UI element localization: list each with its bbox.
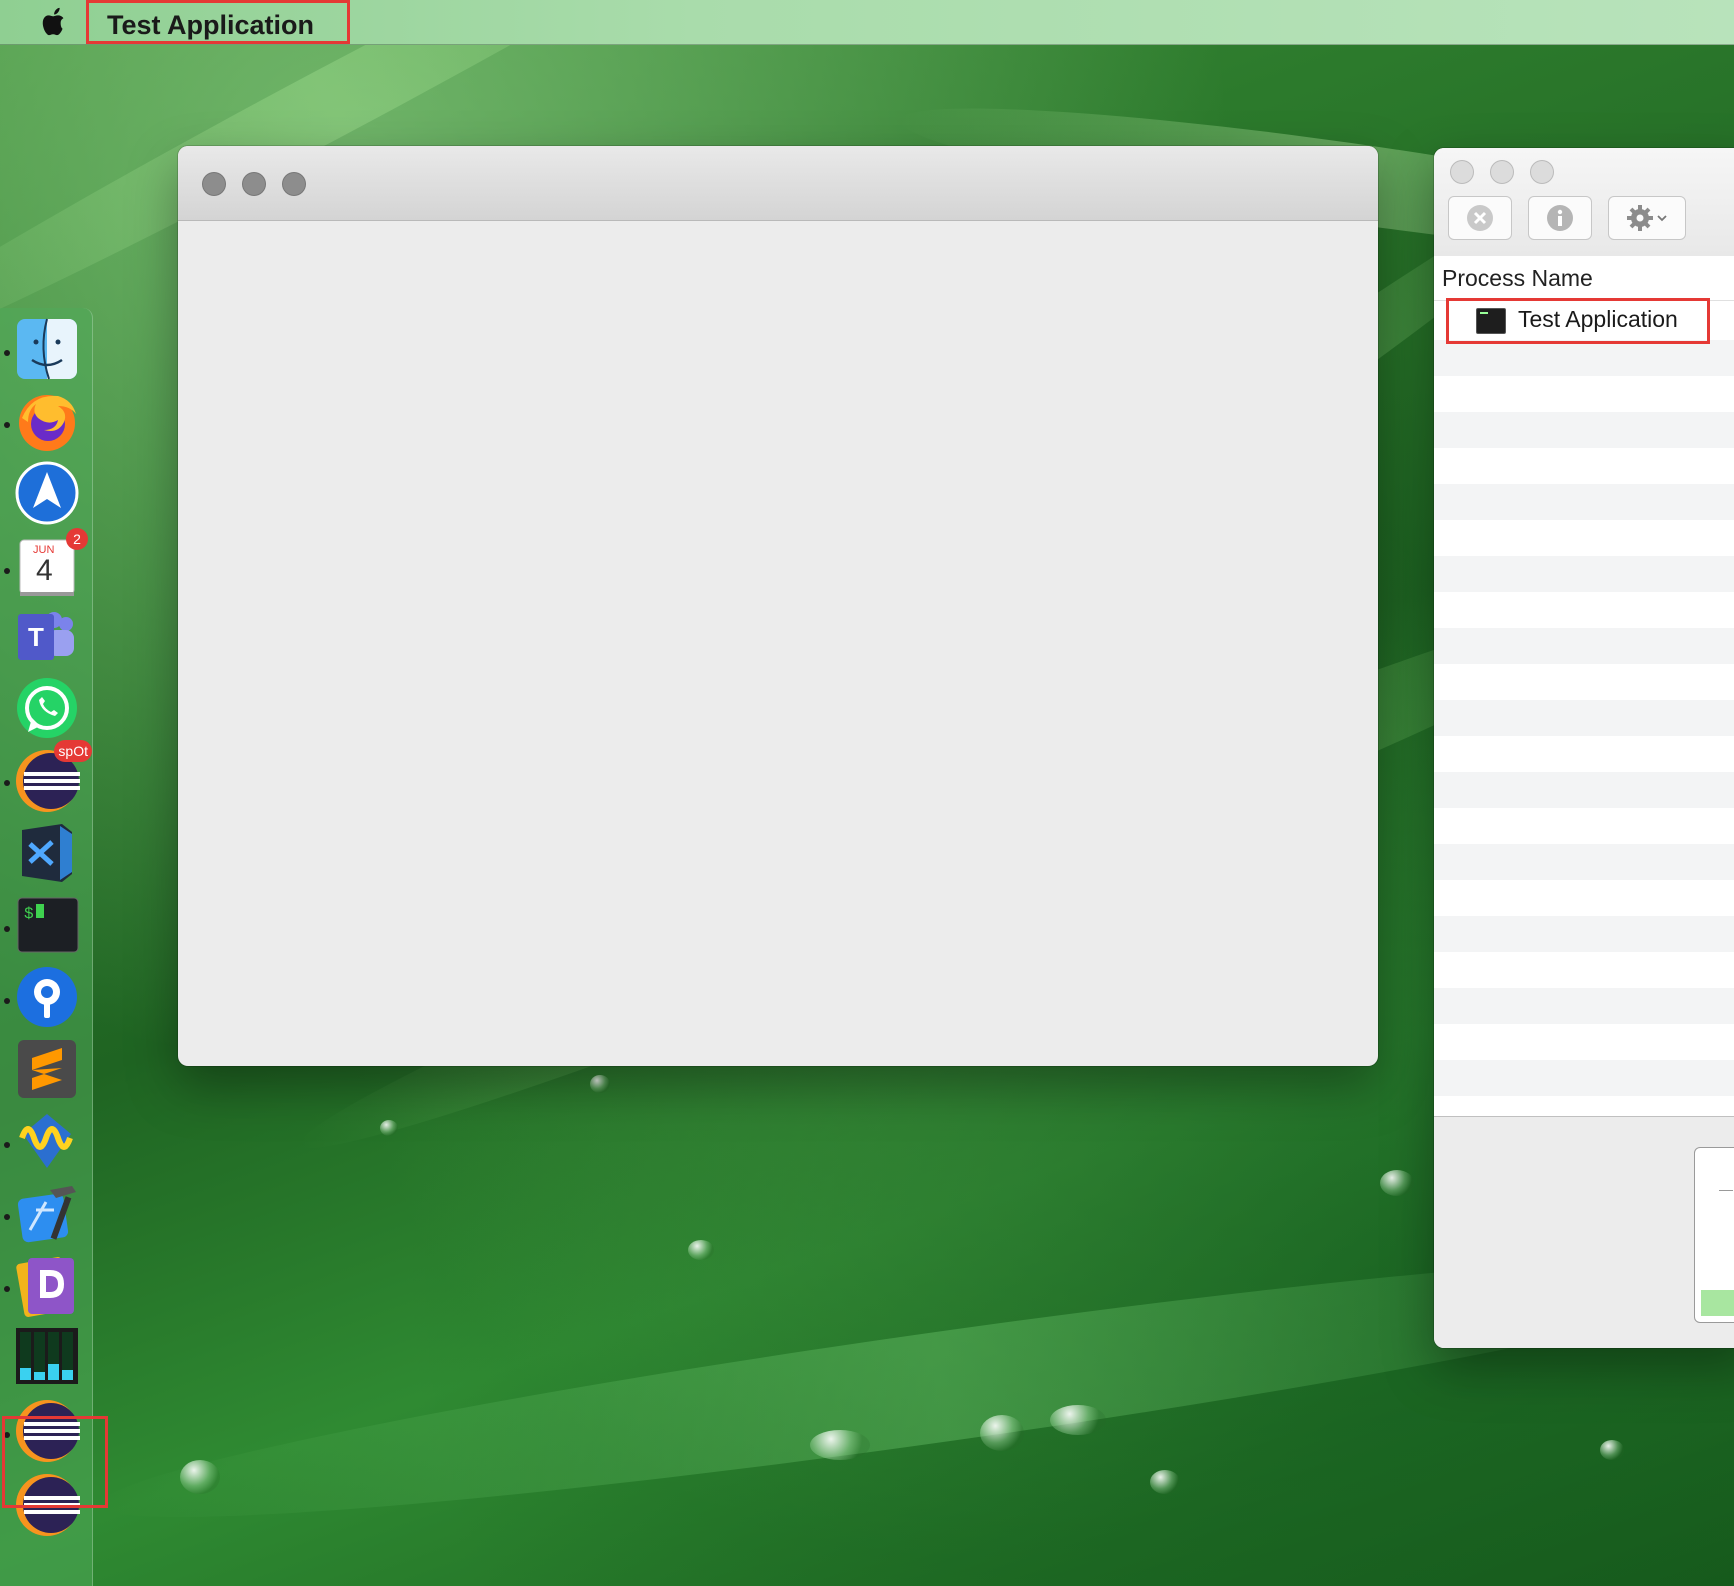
terminal-icon[interactable]: $ [14, 892, 84, 962]
calendar-icon[interactable]: JUN 4 2 [14, 528, 88, 602]
vscode-icon[interactable] [14, 820, 84, 890]
table-row[interactable] [1434, 952, 1734, 988]
process-name: Test Application [1518, 306, 1678, 332]
menu-bar: Test Application [0, 0, 1734, 45]
wireshark-icon[interactable] [14, 1108, 84, 1178]
running-indicator [4, 568, 10, 574]
svg-text:$: $ [24, 905, 34, 923]
table-row[interactable] [1434, 844, 1734, 880]
dock: JUN 4 2 T spOt $ [0, 308, 93, 1586]
graph-bar [1701, 1290, 1734, 1316]
chevron-down-icon [1657, 215, 1667, 222]
table-row[interactable] [1434, 340, 1734, 376]
process-list: Test Application [1434, 298, 1734, 1096]
table-row[interactable] [1434, 772, 1734, 808]
activity-monitor-toolbar [1434, 148, 1734, 257]
gear-icon [1627, 205, 1653, 231]
table-row[interactable] [1434, 592, 1734, 628]
running-indicator [4, 1214, 10, 1220]
test-application-window [178, 146, 1378, 1066]
info-icon [1547, 205, 1573, 231]
app-menu-title[interactable]: Test Application [86, 0, 350, 44]
table-row[interactable] [1434, 448, 1734, 484]
table-row[interactable] [1434, 1024, 1734, 1060]
dash-icon[interactable] [14, 1252, 84, 1322]
table-row[interactable] [1434, 520, 1734, 556]
stop-process-button[interactable] [1448, 196, 1512, 240]
table-row[interactable] [1434, 412, 1734, 448]
apple-logo-icon[interactable] [40, 6, 70, 38]
zoom-button[interactable] [1530, 160, 1554, 184]
minimize-button[interactable] [242, 172, 266, 196]
activity-monitor-window: Process Name Test Application [1434, 148, 1734, 1348]
inspect-process-button[interactable] [1528, 196, 1592, 240]
finder-icon[interactable] [14, 316, 84, 386]
cpu-load-graph [1694, 1147, 1734, 1323]
activity-monitor-icon[interactable] [14, 1324, 84, 1394]
whatsapp-icon[interactable] [14, 676, 84, 746]
window-titlebar[interactable] [178, 146, 1378, 221]
table-row[interactable] [1434, 808, 1734, 844]
graph-tick [1719, 1190, 1733, 1191]
running-indicator [4, 780, 10, 786]
activity-monitor-summary-panel [1434, 1116, 1734, 1348]
running-indicator [4, 998, 10, 1004]
window-content [178, 221, 1378, 1066]
table-row[interactable] [1434, 916, 1734, 952]
table-row[interactable] [1434, 988, 1734, 1024]
eclipse-spot-icon[interactable]: spOt [14, 740, 92, 818]
notification-badge: spOt [54, 740, 92, 762]
table-row[interactable] [1434, 1060, 1734, 1096]
running-indicator [4, 422, 10, 428]
column-header-process-name[interactable]: Process Name [1434, 256, 1734, 301]
spark-mail-icon[interactable] [14, 460, 84, 530]
notification-badge: 2 [66, 528, 88, 550]
dock-item-highlight [2, 1416, 108, 1508]
svg-text:T: T [28, 622, 44, 652]
close-button[interactable] [1450, 160, 1474, 184]
sourcetree-icon[interactable] [14, 964, 84, 1034]
close-button[interactable] [202, 172, 226, 196]
sublime-text-icon[interactable] [14, 1036, 84, 1106]
table-row[interactable] [1434, 484, 1734, 520]
calendar-day: 4 [36, 554, 53, 587]
table-row[interactable] [1434, 376, 1734, 412]
table-row[interactable] [1434, 736, 1734, 772]
process-row-selected[interactable]: Test Application [1434, 298, 1734, 344]
terminal-app-icon [1476, 308, 1506, 334]
table-row[interactable] [1434, 664, 1734, 700]
firefox-icon[interactable] [14, 388, 84, 458]
teams-icon[interactable]: T [14, 604, 84, 674]
minimize-button[interactable] [1490, 160, 1514, 184]
table-row[interactable] [1434, 628, 1734, 664]
running-indicator [4, 1142, 10, 1148]
actions-menu-button[interactable] [1608, 196, 1686, 240]
stop-process-icon [1467, 205, 1493, 231]
zoom-button[interactable] [282, 172, 306, 196]
running-indicator [4, 926, 10, 932]
table-row[interactable] [1434, 880, 1734, 916]
running-indicator [4, 350, 10, 356]
column-header-label: Process Name [1442, 265, 1593, 291]
running-indicator [4, 1286, 10, 1292]
table-row[interactable] [1434, 556, 1734, 592]
xcode-icon[interactable] [14, 1180, 84, 1250]
table-row[interactable] [1434, 700, 1734, 736]
